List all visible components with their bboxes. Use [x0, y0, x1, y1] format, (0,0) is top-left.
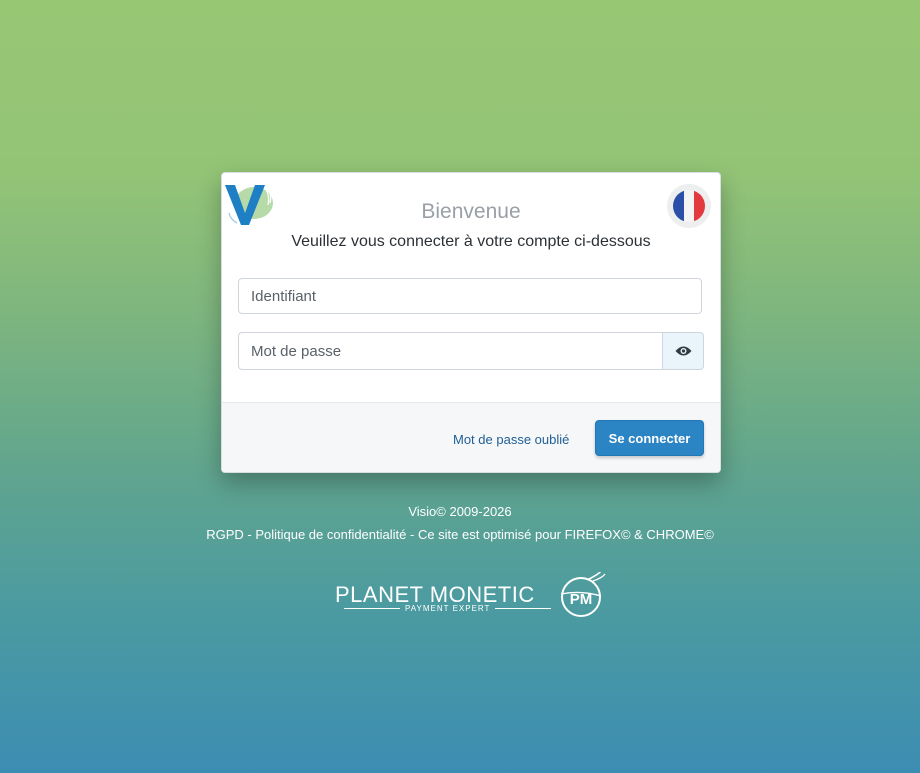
- partner-badge-text: PM: [570, 591, 593, 608]
- welcome-title: Bienvenue: [421, 200, 521, 223]
- login-subtitle: Veuillez vous connecter à votre compte c…: [291, 233, 651, 250]
- legal-separator: -: [406, 527, 418, 542]
- planet-monetic-badge-icon: PM: [560, 572, 606, 617]
- planet-monetic-logo: PLANET MONETIC PAYMENT EXPERT PM: [333, 572, 613, 618]
- legal-line: RGPD - Politique de confidentialité - Ce…: [0, 527, 920, 542]
- eye-icon: [675, 346, 691, 356]
- partner-tagline: PAYMENT EXPERT: [339, 604, 549, 613]
- browser-note: Ce site est optimisé pour FIREFOX© & CHR…: [417, 527, 714, 542]
- password-input[interactable]: [238, 332, 663, 370]
- login-card: Bienvenue Veuillez vous connecter à votr…: [221, 172, 721, 473]
- rgpd-privacy-link[interactable]: RGPD - Politique de confidentialité: [206, 527, 406, 542]
- login-button[interactable]: Se connecter: [595, 420, 704, 456]
- forgot-password-link[interactable]: Mot de passe oublié: [453, 432, 569, 447]
- login-footer: Mot de passe oublié Se connecter: [222, 402, 720, 472]
- username-input[interactable]: [238, 278, 702, 314]
- copyright-text: Visio© 2009-2026: [408, 504, 512, 519]
- password-group: [238, 332, 704, 370]
- toggle-password-visibility-button[interactable]: [663, 332, 704, 370]
